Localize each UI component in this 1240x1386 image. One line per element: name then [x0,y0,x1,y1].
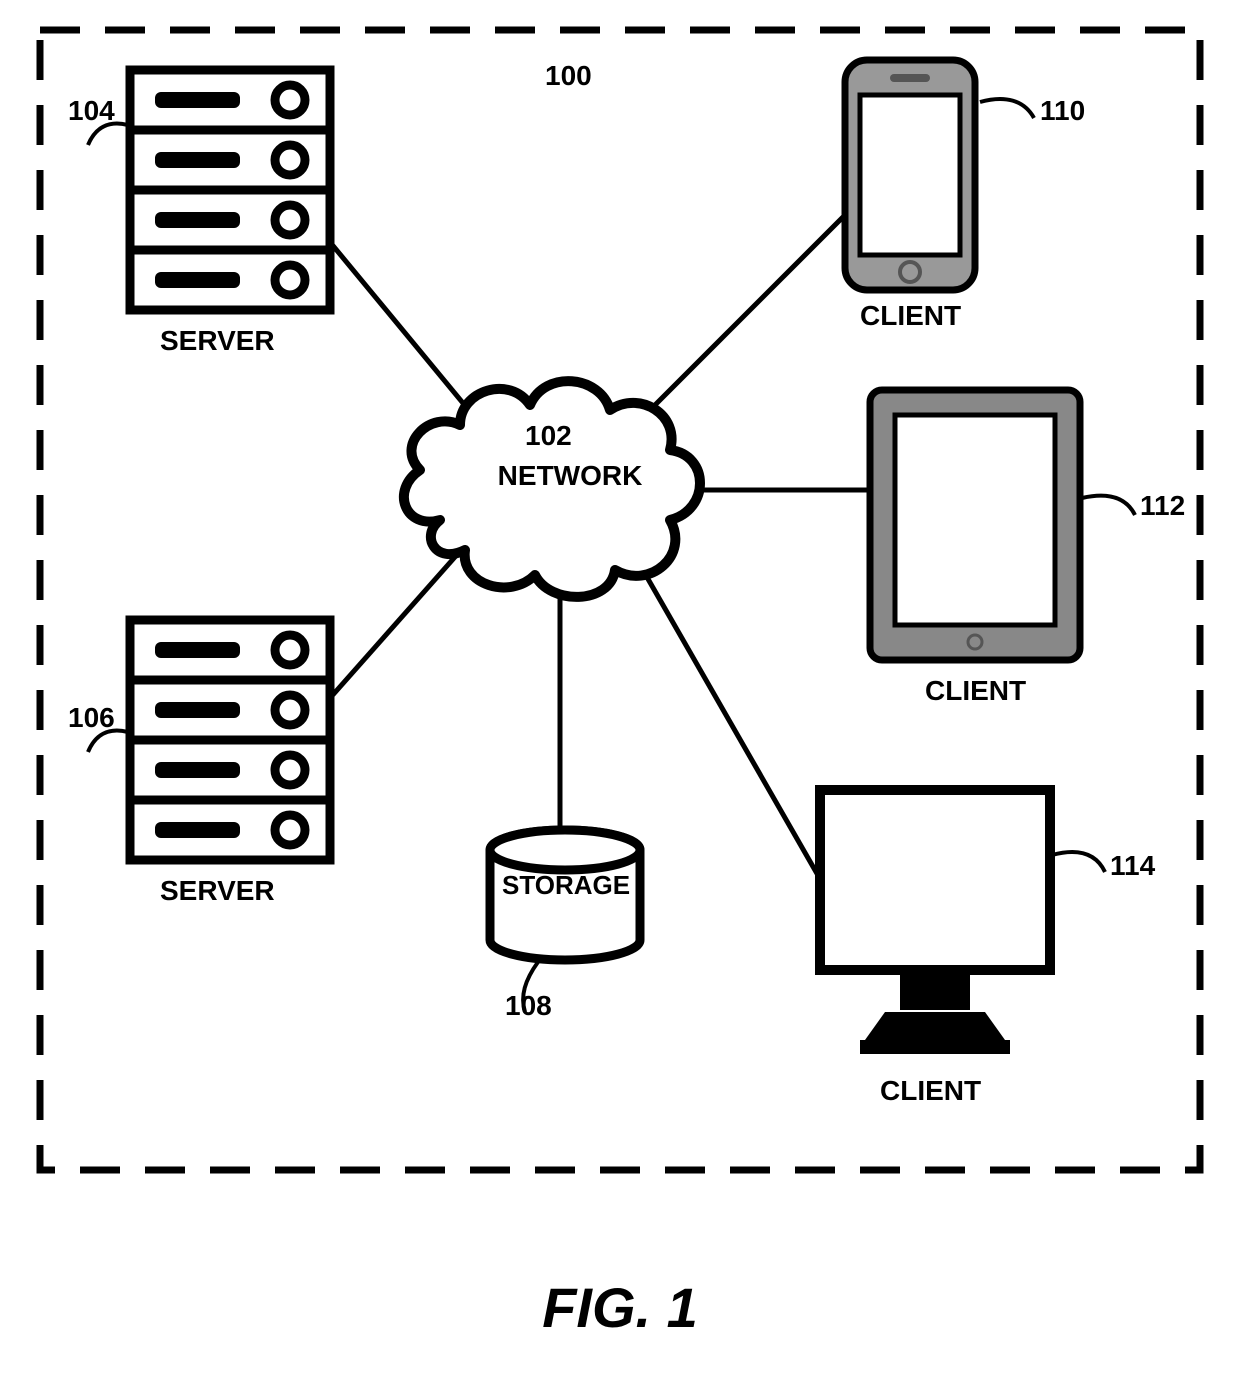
client-tablet-icon [870,390,1080,660]
server-106-label: SERVER [160,875,275,907]
client-phone-label: CLIENT [860,300,961,332]
client-desktop-ref: 114 [1110,850,1155,882]
client-tablet-label: CLIENT [925,675,1026,707]
system-ref: 100 [545,60,592,92]
server-106-ref: 106 [68,702,115,734]
client-desktop-icon [820,790,1050,1054]
network-label: NETWORK [490,460,650,492]
diagram-canvas: 100 102 NETWORK 104 SERVER 106 SERVER ST… [0,0,1240,1386]
figure-caption: FIG. 1 [0,1275,1240,1340]
diagram-svg [0,0,1240,1386]
server-104-ref: 104 [68,95,115,127]
client-desktop-label: CLIENT [880,1075,981,1107]
network-ref: 102 [525,420,572,452]
storage-label: STORAGE [502,870,630,901]
client-phone-ref: 110 [1040,95,1085,127]
client-phone-icon [845,60,975,290]
client-tablet-ref: 112 [1140,490,1185,522]
server-104-label: SERVER [160,325,275,357]
server-106-icon [130,620,330,860]
server-104-icon [130,70,330,310]
storage-ref: 108 [505,990,552,1022]
